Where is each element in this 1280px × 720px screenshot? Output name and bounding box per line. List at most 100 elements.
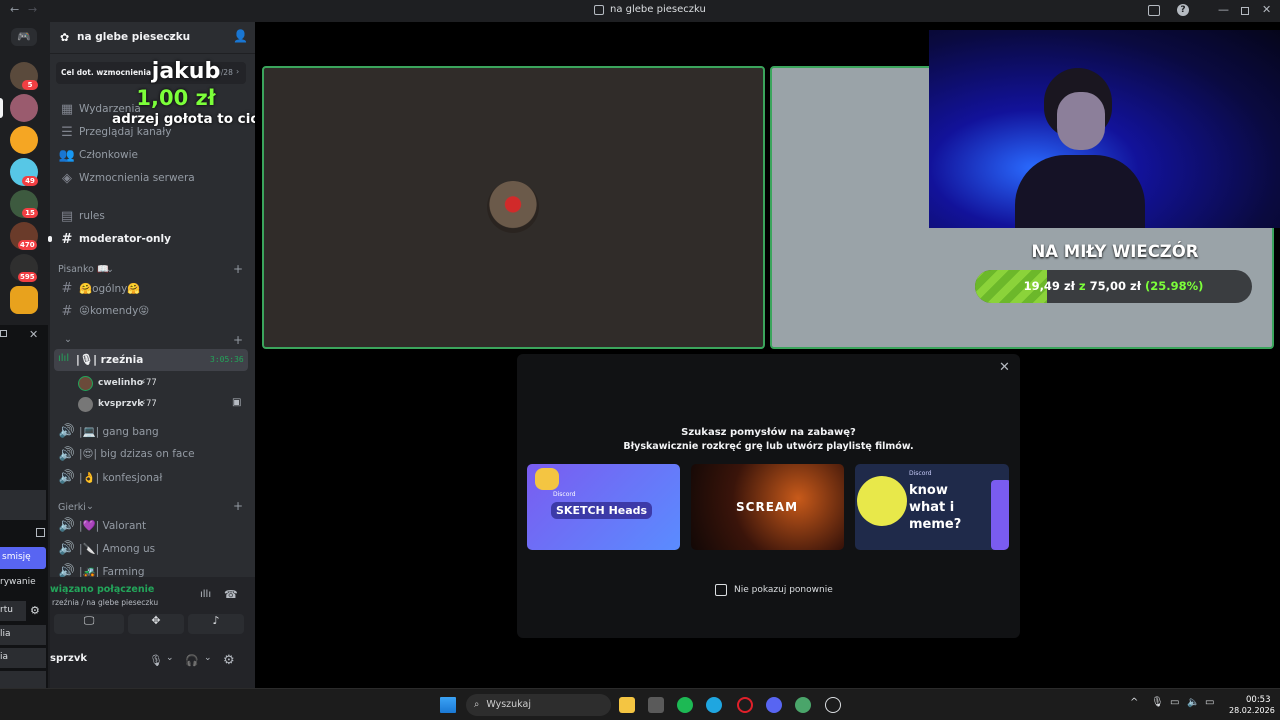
activity-card-tag: Discord (909, 470, 932, 477)
minimize-button[interactable]: — (1218, 3, 1229, 16)
file-explorer-icon[interactable] (619, 697, 635, 713)
goal-connector: z (1078, 279, 1086, 293)
opera-icon[interactable] (737, 697, 753, 713)
goal-current: 19,49 zł (1023, 279, 1075, 293)
menu-item-members[interactable]: 👥 Członkowie (58, 144, 250, 166)
sketch-character-icon (535, 468, 559, 490)
invite-user-icon[interactable]: 👤 (233, 29, 248, 43)
activity-card-title: know what i meme? (909, 483, 962, 532)
share-screen-button[interactable]: 🖵 (54, 614, 124, 634)
soundboard-button[interactable]: ♪ (188, 614, 244, 634)
browser-icon[interactable] (795, 697, 811, 713)
close-window-button[interactable]: ✕ (1262, 3, 1271, 16)
browse-icon: ☰ (61, 124, 73, 140)
add-channel-icon[interactable]: + (233, 333, 243, 347)
channel-label: moderator-only (79, 233, 171, 245)
voice-timer: 3:05:36 (210, 355, 244, 364)
activity-card-sketch-heads[interactable]: SKETCH Heads Discord (527, 464, 680, 550)
activity-card-scream[interactable]: SCREAM (691, 464, 844, 550)
taskbar-time[interactable]: 00:53 (1246, 695, 1271, 705)
network-icon[interactable]: ▭ (1170, 697, 1179, 708)
channel-label: |😍| big dzizas on face (79, 448, 195, 460)
app-icon[interactable] (648, 697, 664, 713)
chevron-up-icon[interactable]: ^ (1130, 697, 1138, 708)
battery-icon[interactable]: ▭ (1205, 697, 1214, 708)
inbox-icon[interactable] (1148, 5, 1160, 16)
channel-rules[interactable]: ▤ rules (58, 205, 250, 227)
connection-location[interactable]: rzeźnia / na glebe pieseczku (52, 598, 158, 607)
voice-user-row[interactable]: cwelinho ⚡77 (78, 375, 248, 393)
edge-icon[interactable] (706, 697, 722, 713)
taskbar-search-box[interactable]: ⌕ Wyszukaj (466, 694, 611, 716)
activity-suggestion-modal: ✕ Szukasz pomysłów na zabawę? Błyskawicz… (517, 354, 1020, 638)
server-icon-csgo[interactable] (10, 286, 38, 314)
voice-user-badge: ⚡77 (140, 378, 157, 388)
stream-live-icon: ▣ (232, 397, 242, 408)
panel-item-2[interactable]: rtu (0, 601, 26, 621)
donation-alert-overlay: jakub 1,00 zł adrzej gołota to ciota (106, 58, 275, 138)
webcam-shoulders (1015, 155, 1145, 228)
server-selected-indicator (0, 98, 3, 118)
voice-channel-konfesjonal[interactable]: 🔊 |👌| konfesjonał (58, 466, 250, 488)
disconnect-icon[interactable]: ☎ (224, 588, 238, 601)
user-settings-gear-icon[interactable]: ⚙ (223, 653, 235, 668)
discord-home-icon[interactable]: 🎮 (11, 28, 37, 46)
activities-button[interactable]: ✥ (128, 614, 184, 634)
voice-user-name: kvsprzvk (98, 399, 144, 409)
back-arrow-icon[interactable]: ← (10, 3, 19, 16)
left-floating-panel: ✕ smisję rywanie rtu ⚙ lia ia (0, 325, 48, 690)
microphone-icon[interactable]: 🎙 (149, 654, 163, 667)
voice-channel-gang-bang[interactable]: 🔊 |💻| gang bang (58, 420, 250, 442)
dont-show-again-label: Nie pokazuj ponownie (734, 585, 833, 595)
start-menu-icon[interactable] (440, 697, 456, 713)
channel-label: rules (79, 210, 105, 222)
taskbar-date[interactable]: 28.02.2026 (1229, 706, 1275, 715)
video-tile-user-1[interactable] (262, 66, 765, 349)
microphone-icon[interactable]: 🎙 (1151, 697, 1164, 708)
server-header[interactable]: ✿ na glebe pieseczku ⌄ 👤 (50, 22, 255, 54)
add-channel-icon[interactable]: + (233, 499, 243, 513)
server-badge-1: 5 (22, 80, 38, 90)
voice-channel-valorant[interactable]: 🔊 |💜| Valorant (58, 514, 250, 536)
server-icon-2[interactable] (10, 94, 38, 122)
panel-item-0[interactable]: smisję (0, 547, 46, 569)
channel-ogolny[interactable]: # 🤗ogólny🤗 (58, 277, 250, 299)
goal-target: 75,00 zł (1089, 279, 1141, 293)
add-channel-icon[interactable]: + (233, 262, 243, 276)
obs-icon[interactable] (825, 697, 841, 713)
forward-arrow-icon[interactable]: → (28, 3, 37, 16)
channel-moderator-only[interactable]: # moderator-only (58, 228, 250, 250)
panel-item-3[interactable]: lia (0, 625, 46, 645)
dont-show-again-checkbox[interactable] (715, 584, 727, 596)
help-icon[interactable]: ? (1177, 4, 1189, 16)
noise-suppression-icon[interactable]: ıllı (200, 589, 211, 600)
category-pisanko[interactable]: Pisanko 📖 (58, 264, 109, 275)
category-gierki[interactable]: Gierki (58, 502, 86, 513)
server-icon-3[interactable] (10, 126, 38, 154)
panel-close-icon[interactable]: ✕ (29, 328, 38, 341)
panel-gear-icon[interactable]: ⚙ (30, 604, 40, 617)
volume-icon[interactable]: 🔈 (1187, 697, 1199, 708)
voice-channel-active[interactable]: ılıl |🎙| rzeźnia 3:05:36 (54, 349, 248, 371)
chevron-down-icon[interactable]: ⌄ (204, 653, 212, 663)
spotify-icon[interactable] (677, 697, 693, 713)
headphones-icon[interactable]: 🎧 (185, 654, 199, 667)
channel-label: 😝komendy😝 (79, 305, 150, 317)
hash-icon: # (61, 231, 73, 247)
channel-komendy[interactable]: # 😝komendy😝 (58, 300, 250, 322)
voice-user-row[interactable]: kvsprzvk ⚡77 ▣ (78, 396, 248, 414)
maximize-button[interactable] (1241, 7, 1249, 15)
panel-restore-icon[interactable] (0, 330, 7, 337)
discord-icon[interactable] (766, 697, 782, 713)
menu-item-boosts[interactable]: ◈ Wzmocnienia serwera (58, 167, 250, 189)
panel-popout-icon[interactable] (36, 528, 45, 537)
chevron-down-icon[interactable]: ⌄ (166, 653, 174, 663)
voice-channel-among-us[interactable]: 🔊 |🔪| Among us (58, 537, 250, 559)
panel-item-5[interactable] (0, 671, 46, 689)
close-icon[interactable]: ✕ (999, 360, 1010, 375)
activity-card-know-what-i-meme[interactable]: Discord know what i meme? (855, 464, 1009, 550)
panel-item-1[interactable]: rywanie (0, 577, 36, 587)
panel-item-4[interactable]: ia (0, 648, 46, 668)
voice-channel-big-dzizas[interactable]: 🔊 |😍| big dzizas on face (58, 443, 250, 465)
meme-character-icon (857, 476, 907, 526)
